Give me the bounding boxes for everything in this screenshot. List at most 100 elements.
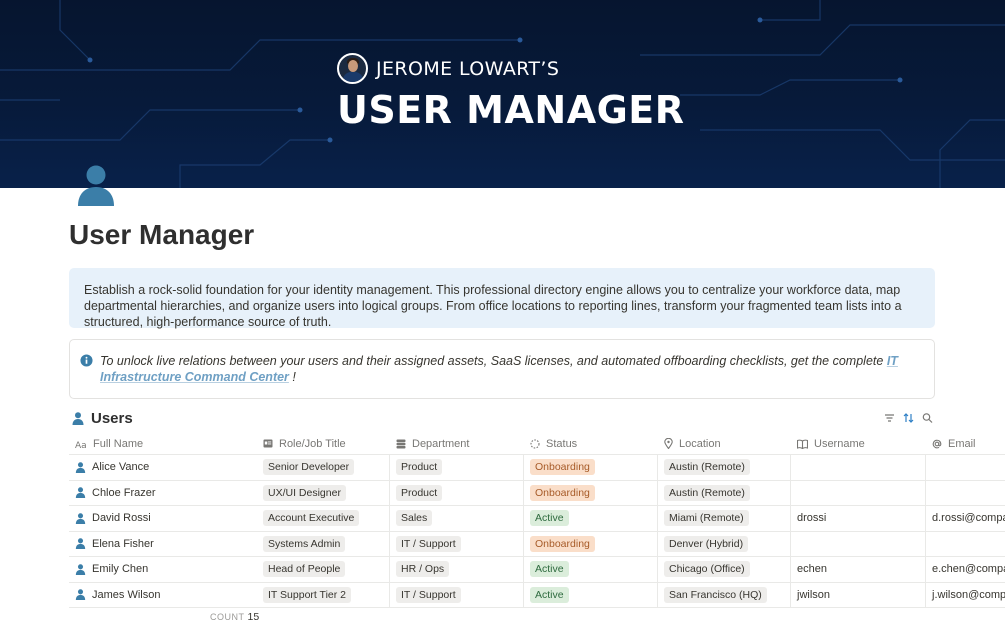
- info-callout: To unlock live relations between your us…: [69, 339, 935, 399]
- cell-location[interactable]: Austin (Remote): [658, 455, 791, 480]
- author-name: JEROME LOWART’S: [376, 57, 560, 80]
- banner-title: USER MANAGER: [337, 88, 685, 132]
- cell-status[interactable]: Onboarding: [524, 455, 658, 480]
- department-tag: IT / Support: [396, 535, 461, 552]
- person-icon: [75, 513, 86, 524]
- table-row[interactable]: Emily Chen Head of People HR / Ops Active Ch…: [69, 557, 1005, 583]
- cell-role[interactable]: IT Support Tier 2: [257, 582, 390, 607]
- cell-role[interactable]: Systems Admin: [257, 531, 390, 556]
- role-tag: Head of People: [263, 561, 346, 578]
- cell-status[interactable]: Active: [524, 506, 658, 531]
- column-header-department[interactable]: Department: [390, 433, 524, 454]
- database-icon: [396, 439, 406, 448]
- cell-role[interactable]: UX/UI Designer: [257, 480, 390, 505]
- department-tag: Sales: [396, 510, 433, 527]
- cell-email[interactable]: [926, 481, 1005, 506]
- database-title[interactable]: Users: [91, 410, 133, 427]
- person-icon: [72, 412, 84, 425]
- cell-full-name[interactable]: Elena Fisher: [69, 532, 257, 557]
- row-count: COUNT 15: [210, 611, 260, 623]
- cell-status[interactable]: Active: [524, 557, 658, 582]
- banner-author: JEROME LOWART’S: [337, 53, 559, 84]
- id-card-icon: [263, 439, 273, 448]
- cell-location[interactable]: Austin (Remote): [658, 480, 791, 505]
- cell-status[interactable]: Onboarding: [524, 480, 658, 505]
- cell-email[interactable]: d.rossi@company: [926, 506, 1005, 531]
- users-table: Aa Full Name Role/Job Title Department S…: [69, 433, 1005, 608]
- info-icon: [80, 354, 93, 367]
- cell-full-name[interactable]: Emily Chen: [69, 557, 257, 582]
- table-row[interactable]: Chloe Frazer UX/UI Designer Product Onboard…: [69, 480, 1005, 506]
- cell-role[interactable]: Head of People: [257, 557, 390, 582]
- cell-email[interactable]: e.chen@company: [926, 557, 1005, 582]
- location-tag: San Francisco (HQ): [664, 586, 767, 603]
- cell-email[interactable]: [926, 455, 1005, 480]
- cell-username[interactable]: [791, 531, 926, 556]
- cover-banner: JEROME LOWART’S USER MANAGER: [0, 0, 1005, 188]
- cell-full-name[interactable]: Alice Vance: [69, 455, 257, 480]
- column-header-email[interactable]: Email: [926, 433, 1005, 454]
- table-row[interactable]: Alice Vance Senior Developer Product Onboar…: [69, 455, 1005, 481]
- search-icon[interactable]: [922, 412, 933, 424]
- author-avatar: [337, 53, 368, 84]
- cell-role[interactable]: Account Executive: [257, 506, 390, 531]
- cell-department[interactable]: Product: [390, 480, 524, 505]
- column-header-full-name[interactable]: Aa Full Name: [69, 433, 257, 454]
- cell-role[interactable]: Senior Developer: [257, 455, 390, 480]
- cell-username[interactable]: [791, 455, 926, 480]
- table-row[interactable]: David Rossi Account Executive Sales Active M…: [69, 506, 1005, 532]
- location-tag: Austin (Remote): [664, 459, 750, 476]
- svg-text:Aa: Aa: [75, 441, 87, 449]
- role-tag: Systems Admin: [263, 535, 346, 552]
- status-badge: Active: [530, 510, 569, 527]
- cell-full-name[interactable]: Chloe Frazer: [69, 481, 257, 506]
- cell-location[interactable]: Chicago (Office): [658, 557, 791, 582]
- cell-full-name[interactable]: James Wilson: [69, 583, 257, 608]
- cell-full-name[interactable]: David Rossi: [69, 506, 257, 531]
- department-tag: IT / Support: [396, 586, 461, 603]
- cell-email[interactable]: [926, 532, 1005, 557]
- person-icon: [75, 538, 86, 550]
- database-header: Users: [69, 409, 935, 429]
- cell-department[interactable]: IT / Support: [390, 531, 524, 556]
- role-tag: IT Support Tier 2: [263, 586, 352, 603]
- cell-username[interactable]: echen: [791, 557, 926, 582]
- role-tag: Senior Developer: [263, 459, 355, 476]
- cell-location[interactable]: Denver (Hybrid): [658, 531, 791, 556]
- sort-icon[interactable]: [903, 412, 914, 424]
- column-header-username[interactable]: Username: [791, 433, 926, 454]
- cell-location[interactable]: San Francisco (HQ): [658, 582, 791, 607]
- cell-department[interactable]: IT / Support: [390, 582, 524, 607]
- status-badge: Onboarding: [530, 535, 595, 552]
- status-badge: Onboarding: [530, 459, 595, 476]
- cell-username[interactable]: [791, 480, 926, 505]
- role-tag: UX/UI Designer: [263, 484, 346, 501]
- description-callout: Establish a rock-solid foundation for yo…: [69, 268, 935, 329]
- cell-username[interactable]: drossi: [791, 506, 926, 531]
- at-icon: [932, 439, 942, 448]
- column-header-role[interactable]: Role/Job Title: [257, 433, 390, 454]
- department-tag: Product: [396, 459, 443, 476]
- filter-icon[interactable]: [884, 412, 895, 424]
- cell-status[interactable]: Active: [524, 582, 658, 607]
- table-row[interactable]: James Wilson IT Support Tier 2 IT / Suppor…: [69, 582, 1005, 608]
- cell-status[interactable]: Onboarding: [524, 531, 658, 556]
- cell-location[interactable]: Miami (Remote): [658, 506, 791, 531]
- person-icon[interactable]: [76, 165, 116, 207]
- pin-icon: [664, 438, 673, 449]
- cell-department[interactable]: Product: [390, 455, 524, 480]
- table-body: Alice Vance Senior Developer Product Onboar…: [69, 455, 1005, 608]
- table-row[interactable]: Elena Fisher Systems Admin IT / Support Onb…: [69, 531, 1005, 557]
- status-badge: Active: [530, 586, 569, 603]
- book-icon: [797, 439, 808, 449]
- cell-email[interactable]: j.wilson@company: [926, 583, 1005, 608]
- cell-username[interactable]: jwilson: [791, 582, 926, 607]
- cell-department[interactable]: Sales: [390, 506, 524, 531]
- info-text-end: !: [288, 370, 296, 384]
- person-icon: [75, 462, 86, 473]
- page-title[interactable]: User Manager: [69, 219, 254, 251]
- cell-department[interactable]: HR / Ops: [390, 557, 524, 582]
- status-badge: Active: [530, 561, 569, 578]
- column-header-location[interactable]: Location: [658, 433, 791, 454]
- column-header-status[interactable]: Status: [524, 433, 658, 454]
